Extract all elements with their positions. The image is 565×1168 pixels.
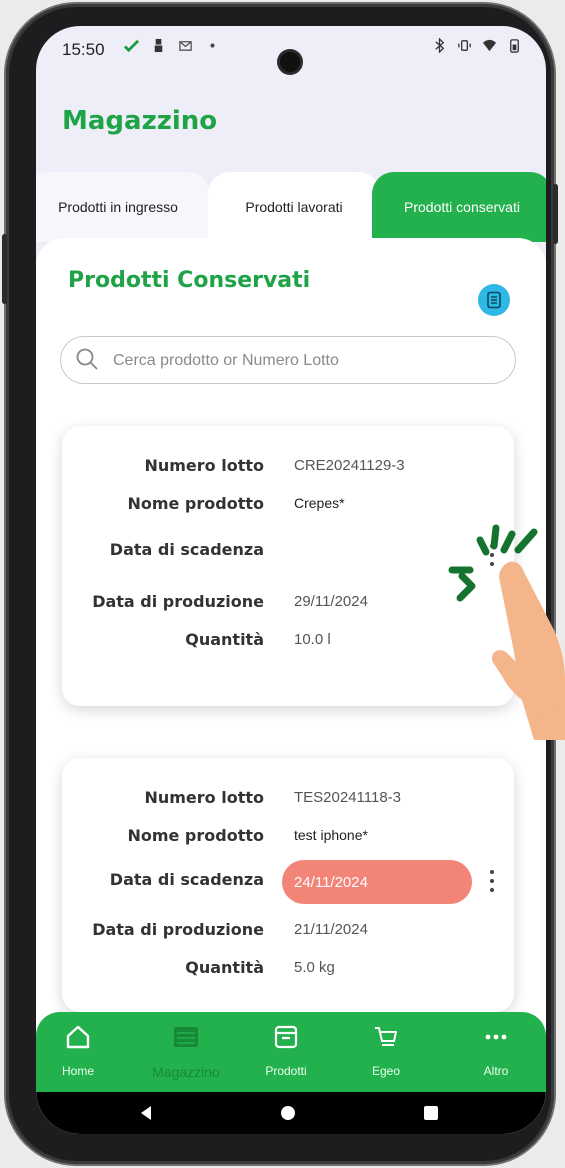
field-row-name: Nome prodotto test iphone* bbox=[62, 826, 514, 856]
system-status-icons bbox=[432, 38, 522, 53]
nav-home[interactable]: Home bbox=[36, 1012, 128, 1092]
field-label: Data di produzione bbox=[92, 592, 264, 611]
field-row-qty: Quantità 5.0 kg bbox=[62, 958, 514, 988]
field-label: Data di produzione bbox=[92, 920, 264, 939]
nav-prodotti[interactable]: Prodotti bbox=[236, 1012, 336, 1092]
tab-prodotti-lavorati[interactable]: Prodotti lavorati bbox=[208, 172, 380, 242]
expired-date-badge: 24/11/2024 bbox=[282, 860, 472, 904]
tab-prodotti-conservati[interactable]: Prodotti conservati bbox=[372, 172, 546, 242]
nav-label: Altro bbox=[483, 1064, 509, 1078]
product-name: Crepes* bbox=[294, 495, 345, 511]
field-label: Data di scadenza bbox=[109, 870, 264, 889]
notification-icons bbox=[124, 38, 220, 53]
power-button bbox=[553, 184, 558, 244]
quantity: 10.0 l bbox=[294, 631, 331, 648]
bottom-navigation: Home Magazzino Prodotti Egeo Altro bbox=[36, 1012, 546, 1092]
nav-label: Prodotti bbox=[265, 1064, 307, 1078]
field-label: Nome prodotto bbox=[127, 494, 264, 513]
product-name: test iphone* bbox=[294, 827, 368, 843]
list-doc-icon bbox=[487, 291, 501, 309]
tab-prodotti-in-ingresso[interactable]: Prodotti in ingresso bbox=[36, 172, 210, 242]
search-bar[interactable] bbox=[60, 336, 516, 384]
field-row-lot: Numero lotto CRE20241129-3 bbox=[62, 456, 514, 486]
recent-apps-icon[interactable] bbox=[424, 1106, 438, 1120]
field-label: Quantità bbox=[185, 630, 264, 649]
person-notification-icon bbox=[154, 38, 163, 53]
warehouse-icon bbox=[174, 1027, 198, 1047]
vibrate-icon bbox=[458, 40, 471, 51]
production-date: 21/11/2024 bbox=[294, 921, 368, 938]
field-label: Numero lotto bbox=[144, 456, 264, 475]
section-title: Prodotti Conservati bbox=[68, 268, 311, 293]
field-label: Quantità bbox=[185, 958, 264, 977]
nav-label: Magazzino bbox=[152, 1064, 220, 1080]
gmail-notification-icon bbox=[179, 41, 192, 51]
search-icon bbox=[76, 348, 98, 370]
back-icon[interactable] bbox=[138, 1105, 154, 1121]
system-navigation-bar bbox=[36, 1092, 546, 1134]
nav-altro[interactable]: Altro bbox=[446, 1012, 546, 1092]
nav-magazzino[interactable]: Magazzino bbox=[136, 1012, 236, 1092]
nav-egeo[interactable]: Egeo bbox=[336, 1012, 436, 1092]
home-circle-icon[interactable] bbox=[281, 1106, 295, 1120]
home-icon bbox=[66, 1025, 90, 1049]
lot-number: TES20241118-3 bbox=[294, 789, 402, 806]
app-title: Magazzino bbox=[62, 106, 218, 136]
box-icon bbox=[274, 1025, 298, 1049]
search-input[interactable] bbox=[111, 347, 505, 375]
status-bar: 15:50 bbox=[36, 26, 546, 72]
nav-label: Home bbox=[61, 1064, 94, 1078]
list-view-button[interactable] bbox=[478, 284, 510, 316]
field-label: Numero lotto bbox=[144, 788, 264, 807]
dot-notification-icon bbox=[210, 43, 215, 48]
tap-gesture-hand-icon bbox=[448, 524, 565, 740]
volume-button bbox=[2, 234, 7, 304]
field-label: Nome prodotto bbox=[127, 826, 264, 845]
product-card[interactable]: Numero lotto TES20241118-3 Nome prodotto… bbox=[62, 758, 514, 1012]
status-time: 15:50 bbox=[62, 40, 105, 59]
more-icon bbox=[485, 1034, 507, 1040]
front-camera bbox=[280, 52, 300, 72]
field-label: Data di scadenza bbox=[109, 540, 264, 559]
field-row-expiry: Data di scadenza 24/11/2024 bbox=[62, 860, 514, 904]
field-row-lot: Numero lotto TES20241118-3 bbox=[62, 788, 514, 818]
check-notification-icon bbox=[124, 39, 139, 53]
nav-label: Egeo bbox=[371, 1064, 401, 1078]
battery-icon bbox=[510, 39, 519, 53]
bluetooth-icon bbox=[435, 38, 445, 53]
lot-number: CRE20241129-3 bbox=[294, 457, 405, 474]
cart-icon bbox=[375, 1027, 397, 1046]
card-menu-button[interactable] bbox=[486, 866, 498, 896]
production-date: 29/11/2024 bbox=[294, 593, 368, 610]
field-row-production: Data di produzione 21/11/2024 bbox=[62, 920, 514, 950]
wifi-icon bbox=[482, 39, 497, 52]
quantity: 5.0 kg bbox=[294, 959, 335, 976]
